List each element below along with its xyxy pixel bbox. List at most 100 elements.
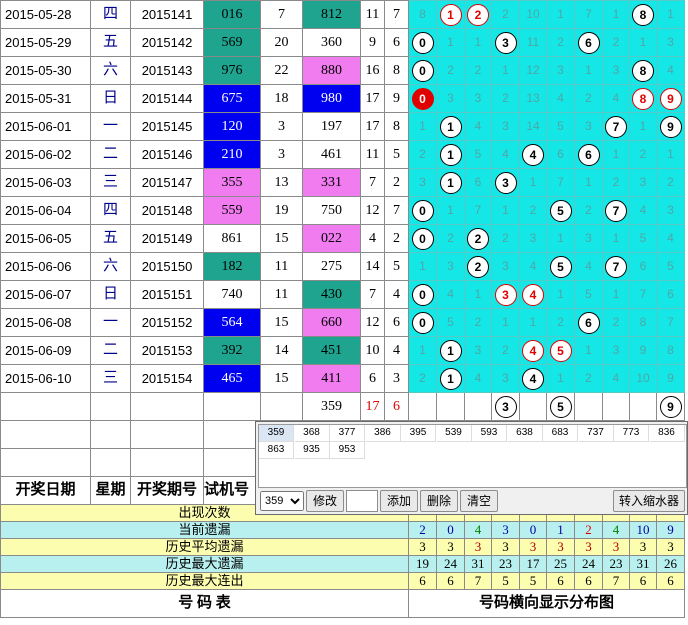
value-cell: 13 <box>260 168 303 197</box>
table-row: 2015-05-29 五 2015142 569 20 360 9 6 0 1 1 3 11 2 6 2 1 3 <box>0 28 685 57</box>
number-list-item[interactable]: 359 <box>259 425 294 442</box>
distribution-cell: 5 <box>574 280 603 309</box>
shrink-popup: 359 368 377 386 395 539 593 638 683 737 773 836 863 9… <box>255 421 688 515</box>
span-value: 4 <box>384 336 409 365</box>
distribution-cell: 2 <box>464 308 492 337</box>
number-ball: 0 <box>411 311 434 334</box>
number-list-item[interactable]: 773 <box>614 425 649 442</box>
trial-number: 976 <box>203 56 261 85</box>
distribution-cell: 4 <box>574 252 603 281</box>
distribution-cell: 1 <box>436 112 465 141</box>
value-cell: 3 <box>260 140 303 169</box>
distribution-cell: 7 <box>602 252 630 281</box>
stats-value: 3 <box>464 538 492 556</box>
stats-value: 3 <box>629 538 657 556</box>
distribution-cell: 1 <box>436 168 465 197</box>
number-list-item[interactable]: 539 <box>436 425 472 442</box>
stats-value: 6 <box>408 572 437 590</box>
stats-row: 历史平均遗漏 3 3 3 3 3 3 3 3 3 3 <box>0 538 685 556</box>
number-list-item[interactable]: 386 <box>365 425 401 442</box>
delete-button[interactable]: 删除 <box>420 490 458 512</box>
stats-value: 3 <box>436 538 465 556</box>
distribution-cell: 3 <box>519 224 547 253</box>
award-number: 880 <box>302 56 361 85</box>
award-number: 430 <box>302 280 361 309</box>
distribution-cell: 6 <box>574 308 603 337</box>
sum-value: 9 <box>360 28 385 57</box>
draw-date: 2015-05-31 <box>0 84 91 113</box>
number-list-item[interactable]: 368 <box>294 425 330 442</box>
weekday: 二 <box>90 336 131 365</box>
stats-value: 2 <box>574 521 603 539</box>
distribution-cell: 2 <box>408 140 437 169</box>
distribution-cell: 4 <box>519 280 547 309</box>
number-list-item[interactable]: 683 <box>543 425 578 442</box>
number-list-item[interactable]: 737 <box>578 425 614 442</box>
distribution-cell: 3 <box>464 84 492 113</box>
weekday: 三 <box>90 364 131 393</box>
number-textbox[interactable] <box>346 490 378 512</box>
distribution-cell: 4 <box>656 224 685 253</box>
number-list-item[interactable]: 863 <box>259 442 294 459</box>
stats-value: 23 <box>491 555 520 573</box>
award-number: 197 <box>302 112 361 141</box>
empty-cell <box>0 448 91 477</box>
distribution-cell: 3 <box>464 336 492 365</box>
add-button[interactable]: 添加 <box>380 490 418 512</box>
value-cell: 14 <box>260 336 303 365</box>
number-ball: 6 <box>577 31 600 54</box>
distribution-cell: 1 <box>574 56 603 85</box>
number-ball: 2 <box>467 3 489 26</box>
stats-value: 3 <box>574 538 603 556</box>
issue-number: 2015153 <box>130 336 204 365</box>
number-list-item[interactable]: 593 <box>472 425 507 442</box>
issue-number: 2015141 <box>130 0 204 29</box>
shrink-button[interactable]: 转入缩水器 <box>613 490 685 512</box>
number-ball: 7 <box>605 255 627 278</box>
table-row: 2015-06-03 三 2015147 355 13 331 7 2 3 1 6 3 1 7 1 2 3 2 <box>0 168 685 197</box>
value-cell: 15 <box>260 224 303 253</box>
draw-date: 2015-06-05 <box>0 224 91 253</box>
number-list-item[interactable]: 953 <box>330 442 365 459</box>
distribution-cell: 8 <box>629 56 657 85</box>
number-ball: 8 <box>632 59 654 82</box>
weekday: 四 <box>90 196 131 225</box>
distribution-cell: 6 <box>464 168 492 197</box>
number-list-item[interactable]: 935 <box>294 442 330 459</box>
stats-value: 6 <box>574 572 603 590</box>
empty-cell <box>260 392 303 421</box>
number-list[interactable]: 359 368 377 386 395 539 593 638 683 737 773 836 863 9… <box>258 424 687 488</box>
distribution-cell: 1 <box>574 168 603 197</box>
distribution-cell <box>574 392 603 421</box>
distribution-cell: 7 <box>629 280 657 309</box>
distribution-cell: 1 <box>602 0 630 29</box>
number-list-item[interactable]: 395 <box>401 425 436 442</box>
distribution-cell: 8 <box>629 0 657 29</box>
stats-row: 历史最大连出 6 6 7 5 5 6 6 7 6 6 <box>0 572 685 590</box>
table-row: 2015-06-08 一 2015152 564 15 660 12 6 0 5 2 1 1 2 6 2 8 7 <box>0 308 685 337</box>
number-list-item[interactable]: 638 <box>507 425 543 442</box>
draw-date: 2015-06-02 <box>0 140 91 169</box>
distribution-cell: 1 <box>436 28 465 57</box>
span-value: 8 <box>384 112 409 141</box>
stats-value: 23 <box>602 555 630 573</box>
distribution-cell: 6 <box>546 140 575 169</box>
distribution-cell: 2 <box>629 140 657 169</box>
stats-value: 0 <box>519 521 547 539</box>
number-list-item[interactable]: 836 <box>649 425 685 442</box>
number-select[interactable]: 359 <box>260 491 304 511</box>
clear-button[interactable]: 清空 <box>460 490 498 512</box>
distribution-cell: 2 <box>491 0 520 29</box>
modify-button[interactable]: 修改 <box>306 490 344 512</box>
issue-number: 2015143 <box>130 56 204 85</box>
distribution-cell: 3 <box>436 84 465 113</box>
distribution-cell: 1 <box>436 364 465 393</box>
distribution-cell: 1 <box>546 224 575 253</box>
trial-number: 465 <box>203 364 261 393</box>
footer-number-table: 号 码 表 <box>0 589 409 618</box>
table-row: 2015-05-28 四 2015141 016 7 812 11 7 8 1 2 2 10 1 7 1 8 1 <box>0 0 685 29</box>
distribution-cell: 9 <box>656 84 685 113</box>
stats-value: 3 <box>491 521 520 539</box>
distribution-cell: 3 <box>656 196 685 225</box>
number-list-item[interactable]: 377 <box>330 425 365 442</box>
